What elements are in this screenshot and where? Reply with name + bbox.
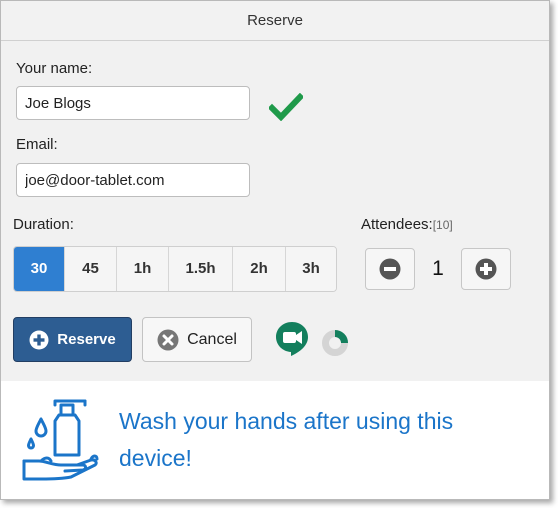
reserve-dialog: Reserve Your name: Email: Duration: 30 4… [0, 0, 550, 500]
attendees-increment-button[interactable] [461, 248, 511, 290]
cancel-button[interactable]: Cancel [142, 317, 252, 362]
duration-1-5h[interactable]: 1.5h [169, 247, 233, 291]
attendees-decrement-button[interactable] [365, 248, 415, 290]
notice-text: Wash your hands after using this device! [119, 408, 454, 471]
cancel-button-label: Cancel [187, 330, 237, 348]
attendees-label-text: Attendees: [361, 216, 433, 233]
check-icon [269, 93, 303, 121]
duration-label: Duration: [13, 216, 74, 233]
hand-wash-icon [22, 399, 99, 481]
plus-circle-icon [475, 258, 497, 280]
duration-selector: 30 45 1h 1.5h 2h 3h [13, 246, 337, 292]
name-input[interactable] [16, 86, 250, 120]
reserve-button-label: Reserve [57, 331, 116, 348]
progress-spinner-icon [322, 330, 348, 356]
minus-circle-icon [379, 258, 401, 280]
dialog-title: Reserve [1, 1, 549, 41]
duration-1h[interactable]: 1h [117, 247, 169, 291]
duration-2h[interactable]: 2h [233, 247, 286, 291]
google-meet-icon[interactable] [275, 321, 309, 357]
duration-30[interactable]: 30 [14, 247, 65, 291]
attendees-count: 1 [432, 257, 444, 280]
reserve-button[interactable]: Reserve [13, 317, 132, 362]
email-label: Email: [16, 136, 58, 153]
attendees-label: Attendees:[10] [361, 216, 453, 233]
duration-3h[interactable]: 3h [286, 247, 336, 291]
reserve-form: Your name: Email: Duration: 30 45 1h 1.5… [1, 41, 549, 381]
hygiene-notice: Wash your hands after using this device! [1, 381, 549, 499]
name-label: Your name: [16, 60, 93, 77]
plus-circle-icon [29, 330, 49, 349]
duration-45[interactable]: 45 [65, 247, 117, 291]
attendees-max: [10] [432, 218, 453, 232]
email-input[interactable] [16, 163, 250, 197]
x-circle-icon [157, 329, 179, 350]
